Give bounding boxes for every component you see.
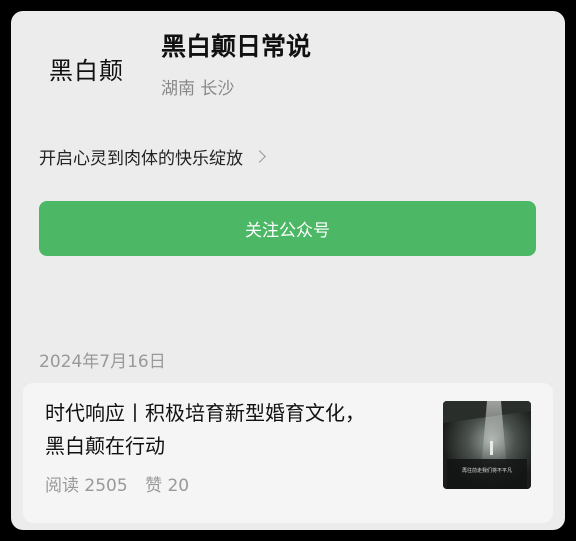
chevron-right-icon [253, 150, 266, 163]
article-stats: 阅读 2505 赞 20 [45, 471, 189, 496]
article-title: 时代响应丨积极培育新型婚育文化， 黑白颠在行动 [45, 397, 425, 463]
account-name: 黑白颠日常说 [161, 32, 312, 61]
account-profile-card: 黑白颠 黑白颠日常说 湖南 长沙 开启心灵到肉体的快乐绽放 关注公众号 2024… [11, 11, 565, 530]
account-intro-link[interactable]: 开启心灵到肉体的快乐绽放 [39, 144, 266, 169]
follow-account-button[interactable]: 关注公众号 [39, 201, 536, 256]
article-title-line-1: 时代响应丨积极培育新型婚育文化， [45, 401, 365, 425]
like-count: 赞 20 [145, 476, 190, 496]
article-title-line-2: 黑白颠在行动 [45, 434, 165, 458]
read-count: 阅读 2505 [45, 476, 128, 496]
article-date: 2024年7月16日 [39, 352, 166, 372]
account-intro-text: 开启心灵到肉体的快乐绽放 [39, 149, 243, 169]
article-card[interactable]: 时代响应丨积极培育新型婚育文化， 黑白颠在行动 阅读 2505 赞 20 再往前… [23, 383, 553, 523]
account-location: 湖南 长沙 [161, 79, 235, 99]
thumbnail-caption: 再往前走我们将不平凡 [462, 467, 512, 474]
stage-photo-image: 再往前走我们将不平凡 [443, 401, 531, 489]
article-thumbnail[interactable]: 再往前走我们将不平凡 [443, 401, 531, 489]
account-logo[interactable]: 黑白颠 [49, 51, 124, 86]
